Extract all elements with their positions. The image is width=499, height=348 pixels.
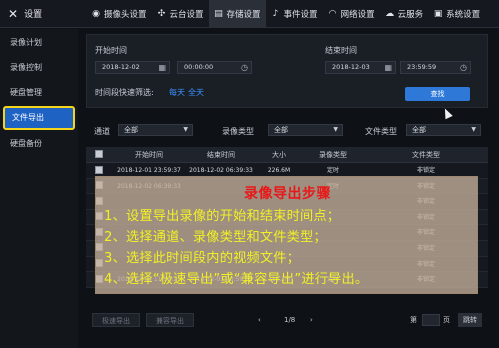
nav-event-label: 事件设置 (283, 9, 318, 20)
nav-cloud[interactable]: ☁ 云服务 (380, 0, 429, 28)
sidebar-item-disk-backup[interactable]: 硬盘备份 (0, 133, 78, 155)
instruction-overlay: 录像导出步骤 1、设置导出录像的开始和结束时间点； 2、选择通道、录像类型和文件… (95, 176, 478, 294)
end-time-label: 结束时间 (325, 46, 357, 55)
camera-icon: ◉ (92, 8, 100, 19)
header-rec-type: 录像类型 (319, 151, 347, 159)
chevron-down-icon: ▼ (333, 126, 338, 133)
end-date-field[interactable]: 2018-12-03 ▦ (325, 61, 396, 74)
time-filter-panel: 开始时间 2018-12-02 ▦ 00:00:00 ◷ 结束时间 2018-1… (86, 34, 488, 108)
nav-storage-label: 存储设置 (226, 9, 261, 20)
end-time-value: 23:59:59 (407, 63, 437, 71)
calendar-icon: ▦ (384, 63, 392, 72)
header-file-type: 文件类型 (412, 151, 440, 159)
nav-ptz[interactable]: ✣ 云台设置 (152, 0, 209, 28)
sidebar-item-disk-manage[interactable]: 硬盘管理 (0, 82, 78, 104)
row-checkbox[interactable] (95, 165, 103, 174)
chevron-down-icon: ▼ (471, 126, 476, 133)
nav-storage[interactable]: ▤ 存储设置 (208, 0, 266, 28)
sidebar-item-record-control[interactable]: 录像控制 (0, 57, 78, 79)
start-date-value: 2018-12-02 (102, 63, 140, 71)
header-size: 大小 (272, 151, 286, 159)
channel-select[interactable]: 全部 ▼ (118, 124, 193, 136)
rec-type-value: 全部 (274, 126, 288, 134)
fast-export-button[interactable]: 极速导出 (92, 313, 140, 327)
clock-icon: ◷ (241, 63, 248, 72)
start-time-label: 开始时间 (95, 46, 127, 55)
start-time-value: 00:00:00 (184, 63, 214, 71)
page-number-input[interactable] (422, 314, 440, 326)
nav-system[interactable]: ▣ 系统设置 (428, 0, 485, 28)
file-type-label: 文件类型 (365, 127, 397, 136)
go-button[interactable]: 跳转 (458, 313, 482, 327)
file-type-select[interactable]: 全部 ▼ (406, 124, 481, 136)
bell-icon: ♪ (272, 8, 279, 19)
pagination-bar: 极速导出 兼容导出 ‹ 1/8 › 第 页 跳转 (86, 310, 488, 330)
rec-type-label: 录像类型 (222, 127, 254, 136)
rec-type-select[interactable]: 全部 ▼ (268, 124, 343, 136)
overlay-step-3: 3、选择此时间段内的视频文件； (104, 251, 301, 266)
overlay-step-4: 4、选择“极速导出”或“兼容导出”进行导出。 (104, 272, 369, 287)
select-all-cell (86, 147, 112, 162)
sidebar-item-file-export[interactable]: 文件导出 (3, 106, 75, 130)
ptz-icon: ✣ (157, 8, 166, 19)
channel-value: 全部 (124, 126, 138, 134)
cloud-icon: ☁ (385, 8, 395, 19)
overlay-step-2: 2、选择通道、录像类型和文件类型； (104, 230, 327, 245)
quick-filter-day[interactable]: 每天 (169, 87, 185, 98)
overlay-title: 录像导出步骤 (244, 186, 331, 202)
page-suffix: 页 (443, 316, 450, 324)
start-time-field[interactable]: 00:00:00 ◷ (177, 61, 252, 74)
channel-label: 通道 (94, 127, 110, 136)
nav-system-label: 系统设置 (446, 9, 481, 20)
quick-filter-all[interactable]: 全天 (188, 87, 204, 98)
table-header: 开始时间 结束时间 大小 录像类型 文件类型 (86, 147, 488, 163)
nav-ptz-label: 云台设置 (169, 9, 204, 20)
end-date-value: 2018-12-03 (332, 63, 370, 71)
page-prefix: 第 (410, 316, 417, 324)
sidebar-item-record-plan[interactable]: 录像计划 (0, 32, 78, 54)
file-type-value: 全部 (412, 126, 426, 134)
nav-camera[interactable]: ◉ 摄像头设置 (86, 0, 152, 28)
nav-network-label: 网络设置 (340, 9, 375, 20)
nav-network[interactable]: ◠ 网络设置 (323, 0, 380, 28)
next-page-icon[interactable]: › (310, 313, 313, 327)
search-button[interactable]: 查找 (405, 87, 470, 101)
overlay-step-1: 1、设置导出录像的开始和结束时间点； (104, 209, 341, 224)
tools-icon: ✕ (8, 6, 19, 21)
page-info: 1/8 (284, 316, 296, 324)
nav-cloud-label: 云服务 (397, 9, 424, 20)
nav-camera-label: 摄像头设置 (104, 9, 147, 20)
prev-page-icon[interactable]: ‹ (258, 313, 261, 327)
sidebar: 录像计划 录像控制 硬盘管理 文件导出 硬盘备份 (0, 29, 78, 348)
select-all-checkbox[interactable] (95, 150, 103, 158)
end-time-field[interactable]: 23:59:59 ◷ (400, 61, 471, 74)
system-icon: ▣ (433, 8, 443, 19)
wifi-icon: ◠ (328, 8, 337, 19)
calendar-icon: ▦ (158, 63, 166, 72)
settings-title: ✕ 设置 (0, 0, 86, 28)
chevron-down-icon: ▼ (183, 126, 188, 133)
compat-export-button[interactable]: 兼容导出 (146, 313, 194, 327)
header-start-time: 开始时间 (135, 151, 163, 159)
storage-icon: ▤ (214, 8, 223, 19)
quick-filter-label: 时间段快速筛选: (95, 88, 154, 97)
start-date-field[interactable]: 2018-12-02 ▦ (95, 61, 170, 74)
header-end-time: 结束时间 (207, 151, 235, 159)
top-nav-bar: ✕ 设置 ◉ 摄像头设置 ✣ 云台设置 ▤ 存储设置 ♪ 事件设置 ◠ 网络设置… (0, 0, 499, 28)
clock-icon: ◷ (460, 63, 467, 72)
app-title: 设置 (24, 10, 43, 20)
nav-event[interactable]: ♪ 事件设置 (266, 0, 323, 28)
